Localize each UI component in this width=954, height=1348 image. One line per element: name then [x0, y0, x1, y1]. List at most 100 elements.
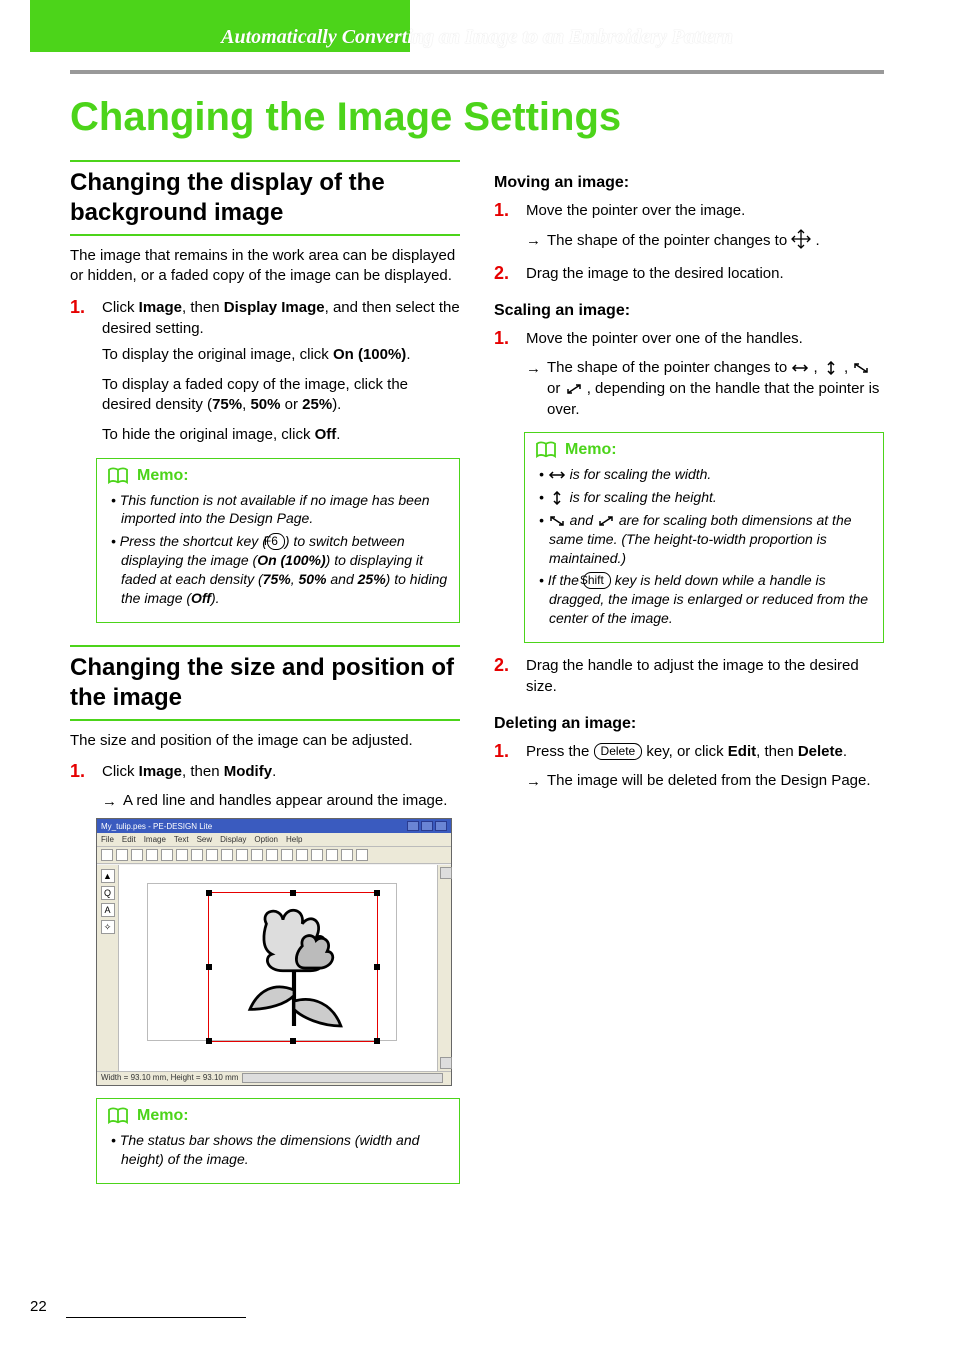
text: , then: [756, 743, 798, 760]
right-column: Moving an image: 1. Move the pointer ove…: [494, 160, 884, 1196]
text: key, or click: [642, 743, 728, 760]
section1-intro: The image that remains in the work area …: [70, 246, 460, 287]
arrow-icon: →: [526, 229, 541, 251]
status-text: Width = 93.10 mm, Height = 93.10 mm: [101, 1073, 238, 1084]
section1-p2: To display the original image, click On …: [102, 345, 460, 365]
resize-horiz-icon: [548, 468, 566, 482]
memo-item: • This function is not available if no i…: [111, 491, 449, 529]
left-column: Changing the display of the background i…: [70, 160, 460, 1196]
text: Drag the handle to adjust the image to t…: [526, 655, 884, 697]
screenshot-statusbar: Width = 93.10 mm, Height = 93.10 mm: [97, 1071, 451, 1085]
text: , then: [182, 299, 224, 316]
text: .: [406, 346, 410, 363]
arrow-icon: →: [526, 357, 541, 379]
header-title: Automatically Converting an Image to an …: [221, 26, 733, 48]
result-text: The shape of the pointer changes to , , …: [547, 357, 884, 420]
step-number: 1.: [494, 328, 516, 420]
text: Press the: [526, 743, 594, 760]
move-cursor-icon: [791, 229, 811, 255]
header-band: Automatically Converting an Image to an …: [30, 26, 924, 56]
section1-p4: To hide the original image, click Off.: [102, 425, 460, 445]
section1-step1: 1. Click Image, then Display Image, and …: [70, 297, 460, 339]
screenshot-menubar: FileEditImageTextSewDisplayOptionHelp: [97, 833, 451, 847]
step-number: 2.: [494, 655, 516, 697]
selection-box: [208, 892, 378, 1042]
scaling-step1: 1. Move the pointer over one of the hand…: [494, 328, 884, 420]
text: ).: [332, 396, 341, 413]
text: .: [272, 763, 276, 780]
memo-item: • is for scaling the width.: [539, 465, 873, 484]
tulip-image: [219, 899, 369, 1037]
text: Click: [102, 299, 139, 316]
bold: 75%: [212, 396, 242, 413]
moving-step1: 1. Move the pointer over the image. → Th…: [494, 200, 884, 255]
book-icon: [107, 467, 129, 485]
screenshot-title-text: My_tulip.pes - PE-DESIGN Lite: [101, 822, 212, 831]
bold: Modify: [224, 763, 272, 780]
resize-diag2-icon: [597, 514, 615, 528]
resize-diag1-icon: [852, 361, 870, 375]
key-delete: Delete: [594, 743, 643, 760]
text: Move the pointer over one of the handles…: [526, 330, 803, 347]
memo-item: • is for scaling the height.: [539, 488, 873, 507]
text: To hide the original image, click: [102, 426, 315, 443]
result-text: The shape of the pointer changes to .: [547, 229, 820, 255]
memo-box-scaling: Memo: • is for scaling the width. • is f…: [524, 432, 884, 643]
memo-item: • Press the shortcut key (F6) to switch …: [111, 532, 449, 608]
arrow-icon: →: [526, 770, 541, 792]
app-screenshot: My_tulip.pes - PE-DESIGN Lite FileEditIm…: [96, 818, 452, 1086]
memo-box-2: Memo: • The status bar shows the dimensi…: [96, 1098, 460, 1184]
resize-diag2-icon: [565, 382, 583, 396]
bold: 25%: [302, 396, 332, 413]
text: To display the original image, click: [102, 346, 333, 363]
step-number: 1.: [70, 761, 92, 812]
text: .: [336, 426, 340, 443]
text: .: [843, 743, 847, 760]
deleting-step1: 1. Press the Delete key, or click Edit, …: [494, 741, 884, 792]
resize-diag1-icon: [548, 514, 566, 528]
memo-box-1: Memo: • This function is not available i…: [96, 458, 460, 623]
resize-vert-icon: [548, 491, 566, 505]
header-rule: [70, 70, 884, 74]
screenshot-toolbar: [97, 847, 451, 864]
text: or: [280, 396, 302, 413]
screenshot-vscroll: [437, 865, 451, 1071]
memo-item: • If the Shift key is held down while a …: [539, 571, 873, 628]
text: Click: [102, 763, 139, 780]
memo-title: Memo:: [565, 441, 617, 459]
text: Drag the image to the desired location.: [526, 263, 884, 284]
book-icon: [107, 1107, 129, 1125]
section-display-bg-heading: Changing the display of the background i…: [70, 160, 460, 236]
screenshot-titlebar: My_tulip.pes - PE-DESIGN Lite: [97, 819, 451, 833]
book-icon: [535, 441, 557, 459]
bold: 50%: [250, 396, 280, 413]
memo-item: • and are for scaling both dimensions at…: [539, 511, 873, 568]
resize-horiz-icon: [791, 361, 809, 375]
moving-step2: 2. Drag the image to the desired locatio…: [494, 263, 884, 284]
scaling-heading: Scaling an image:: [494, 302, 884, 320]
result-text: The image will be deleted from the Desig…: [547, 770, 871, 791]
screenshot-hscroll: [242, 1073, 443, 1083]
section1-p3: To display a faded copy of the image, cl…: [102, 375, 460, 416]
section2-step1: 1. Click Image, then Modify. → A red lin…: [70, 761, 460, 812]
moving-heading: Moving an image:: [494, 174, 884, 192]
bold: Display Image: [224, 299, 325, 316]
bold: On (100%): [333, 346, 406, 363]
bold: Off: [315, 426, 337, 443]
key-shift: Shift: [583, 572, 611, 589]
screenshot-tool-palette: ▲QA✧: [97, 865, 119, 1071]
key-f6: F6: [267, 533, 285, 550]
text: Move the pointer over the image.: [526, 202, 745, 219]
resize-vert-icon: [822, 361, 840, 375]
memo-item: • The status bar shows the dimensions (w…: [111, 1131, 449, 1169]
page-number: 22: [30, 1298, 246, 1318]
section-size-pos-heading: Changing the size and position of the im…: [70, 645, 460, 721]
memo-title: Memo:: [137, 1107, 189, 1125]
bold: Image: [139, 763, 182, 780]
scaling-step2: 2. Drag the handle to adjust the image t…: [494, 655, 884, 697]
step-number: 1.: [494, 200, 516, 255]
arrow-icon: →: [102, 790, 117, 812]
deleting-heading: Deleting an image:: [494, 715, 884, 733]
step-number: 2.: [494, 263, 516, 284]
step-number: 1.: [494, 741, 516, 792]
